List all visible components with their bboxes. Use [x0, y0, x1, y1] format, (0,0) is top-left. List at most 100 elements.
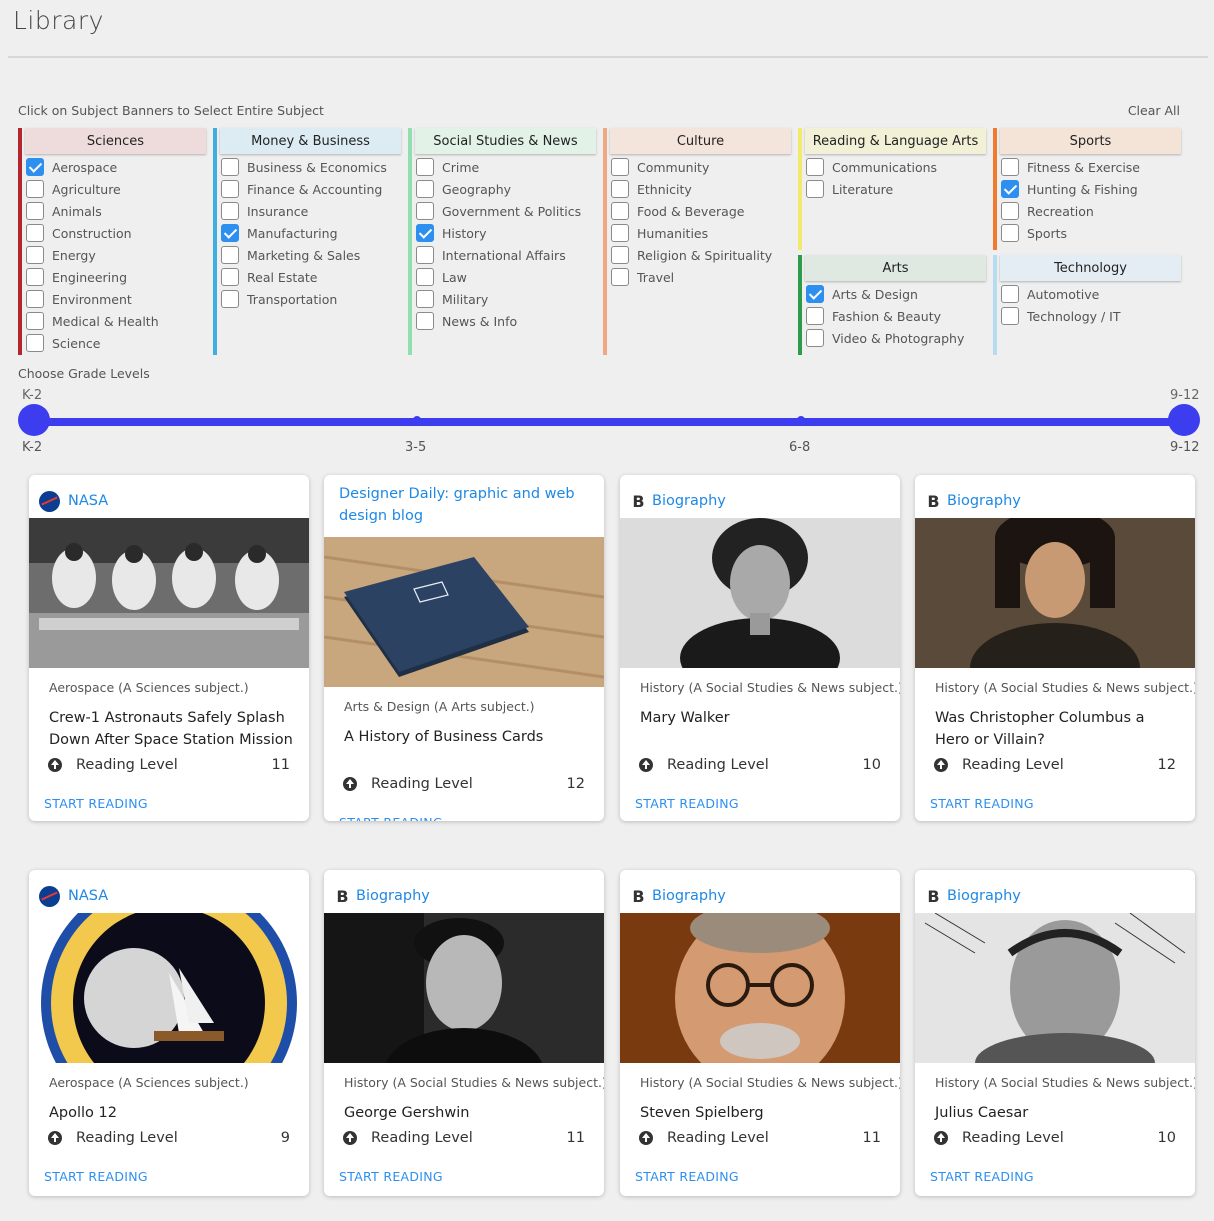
card-source-name[interactable]: Designer Daily: graphic and web design b…	[339, 483, 594, 527]
article-card[interactable]: B Biography History (A Social Studies & Ne…	[915, 870, 1195, 1196]
checkbox-unchecked-icon[interactable]	[26, 224, 44, 242]
checkbox-unchecked-icon[interactable]	[611, 180, 629, 198]
checkbox-unchecked-icon[interactable]	[26, 246, 44, 264]
checkbox-unchecked-icon[interactable]	[1001, 285, 1019, 303]
business-cards-photo[interactable]	[324, 537, 604, 687]
checkbox-unchecked-icon[interactable]	[611, 246, 629, 264]
article-card[interactable]: B Biography History (A Social Studies & Ne…	[620, 475, 900, 821]
checkbox-checked-icon[interactable]	[221, 224, 239, 242]
checkbox-unchecked-icon[interactable]	[806, 158, 824, 176]
checkbox-checked-icon[interactable]	[416, 224, 434, 242]
subject-checkbox-item[interactable]: Fitness & Exercise	[1001, 156, 1140, 178]
card-source[interactable]: B Biography	[324, 870, 604, 913]
subject-checkbox-item[interactable]: Video & Photography	[806, 327, 964, 349]
card-source-name[interactable]: NASA	[68, 888, 108, 904]
subject-banner[interactable]: Technology	[1000, 255, 1181, 281]
subject-banner[interactable]: Reading & Language Arts	[805, 128, 986, 154]
checkbox-checked-icon[interactable]	[1001, 180, 1019, 198]
subject-checkbox-item[interactable]: Engineering	[26, 266, 159, 288]
checkbox-unchecked-icon[interactable]	[221, 158, 239, 176]
columbus-portrait[interactable]	[915, 518, 1195, 668]
subject-checkbox-item[interactable]: Law	[416, 266, 581, 288]
subject-checkbox-item[interactable]: Animals	[26, 200, 159, 222]
subject-checkbox-item[interactable]: News & Info	[416, 310, 581, 332]
checkbox-unchecked-icon[interactable]	[416, 268, 434, 286]
subject-checkbox-item[interactable]: International Affairs	[416, 244, 581, 266]
grade-slider-min-handle[interactable]	[18, 404, 50, 436]
subject-checkbox-item[interactable]: Manufacturing	[221, 222, 387, 244]
checkbox-unchecked-icon[interactable]	[26, 268, 44, 286]
subject-checkbox-item[interactable]: Real Estate	[221, 266, 387, 288]
subject-checkbox-item[interactable]: Communications	[806, 156, 937, 178]
card-title[interactable]: George Gershwin	[344, 1102, 589, 1124]
subject-checkbox-item[interactable]: Military	[416, 288, 581, 310]
start-reading-button[interactable]: START READING	[635, 796, 885, 811]
card-source-name[interactable]: Biography	[652, 888, 726, 904]
subject-checkbox-item[interactable]: Sports	[1001, 222, 1140, 244]
checkbox-unchecked-icon[interactable]	[416, 158, 434, 176]
start-reading-button[interactable]: START READING	[339, 1169, 589, 1184]
subject-checkbox-item[interactable]: Medical & Health	[26, 310, 159, 332]
checkbox-unchecked-icon[interactable]	[26, 180, 44, 198]
card-source-name[interactable]: Biography	[947, 888, 1021, 904]
card-source[interactable]: NASA	[29, 870, 309, 913]
start-reading-button[interactable]: START READING	[44, 796, 294, 811]
checkbox-unchecked-icon[interactable]	[221, 290, 239, 308]
subject-checkbox-item[interactable]: Government & Politics	[416, 200, 581, 222]
checkbox-unchecked-icon[interactable]	[416, 246, 434, 264]
checkbox-unchecked-icon[interactable]	[611, 224, 629, 242]
astronauts-photo[interactable]	[29, 518, 309, 668]
subject-checkbox-item[interactable]: Literature	[806, 178, 937, 200]
subject-checkbox-item[interactable]: Finance & Accounting	[221, 178, 387, 200]
subject-checkbox-item[interactable]: History	[416, 222, 581, 244]
checkbox-unchecked-icon[interactable]	[806, 329, 824, 347]
card-title[interactable]: Mary Walker	[640, 707, 885, 751]
card-title[interactable]: Apollo 12	[49, 1102, 294, 1124]
subject-checkbox-item[interactable]: Ethnicity	[611, 178, 772, 200]
checkbox-unchecked-icon[interactable]	[806, 307, 824, 325]
subject-checkbox-item[interactable]: Insurance	[221, 200, 387, 222]
checkbox-unchecked-icon[interactable]	[416, 202, 434, 220]
subject-checkbox-item[interactable]: Transportation	[221, 288, 387, 310]
mary-walker-portrait[interactable]	[620, 518, 900, 668]
checkbox-unchecked-icon[interactable]	[416, 180, 434, 198]
subject-checkbox-item[interactable]: Community	[611, 156, 772, 178]
checkbox-unchecked-icon[interactable]	[26, 202, 44, 220]
subject-checkbox-item[interactable]: Automotive	[1001, 283, 1121, 305]
checkbox-unchecked-icon[interactable]	[221, 246, 239, 264]
subject-checkbox-item[interactable]: Aerospace	[26, 156, 159, 178]
card-source-name[interactable]: Biography	[652, 493, 726, 509]
article-card[interactable]: B Biography History (A Social Studies & Ne…	[915, 475, 1195, 821]
start-reading-button[interactable]: START READING	[930, 796, 1180, 811]
subject-checkbox-item[interactable]: Agriculture	[26, 178, 159, 200]
subject-banner[interactable]: Arts	[805, 255, 986, 281]
checkbox-unchecked-icon[interactable]	[221, 268, 239, 286]
card-source-name[interactable]: Biography	[947, 493, 1021, 509]
subject-checkbox-item[interactable]: Travel	[611, 266, 772, 288]
subject-checkbox-item[interactable]: Business & Economics	[221, 156, 387, 178]
subject-checkbox-item[interactable]: Hunting & Fishing	[1001, 178, 1140, 200]
subject-checkbox-item[interactable]: Recreation	[1001, 200, 1140, 222]
subject-checkbox-item[interactable]: Marketing & Sales	[221, 244, 387, 266]
subject-checkbox-item[interactable]: Fashion & Beauty	[806, 305, 964, 327]
subject-banner[interactable]: Social Studies & News	[415, 128, 596, 154]
checkbox-unchecked-icon[interactable]	[416, 290, 434, 308]
checkbox-unchecked-icon[interactable]	[611, 158, 629, 176]
checkbox-unchecked-icon[interactable]	[611, 268, 629, 286]
card-source-name[interactable]: NASA	[68, 493, 108, 509]
checkbox-unchecked-icon[interactable]	[26, 334, 44, 352]
subject-checkbox-item[interactable]: Energy	[26, 244, 159, 266]
checkbox-unchecked-icon[interactable]	[221, 180, 239, 198]
card-title[interactable]: Steven Spielberg	[640, 1102, 885, 1124]
subject-checkbox-item[interactable]: Technology / IT	[1001, 305, 1121, 327]
subject-checkbox-item[interactable]: Food & Beverage	[611, 200, 772, 222]
article-card[interactable]: NASA Aerospace (A Sciences subject.) Apoll…	[29, 870, 309, 1196]
card-source[interactable]: Designer Daily: graphic and web design b…	[324, 475, 604, 537]
subject-checkbox-item[interactable]: Environment	[26, 288, 159, 310]
start-reading-button[interactable]: START READING	[339, 815, 589, 821]
clear-all-button[interactable]: Clear All	[1128, 103, 1180, 118]
grade-slider-max-handle[interactable]	[1168, 404, 1200, 436]
checkbox-unchecked-icon[interactable]	[1001, 158, 1019, 176]
subject-checkbox-item[interactable]: Arts & Design	[806, 283, 964, 305]
subject-banner[interactable]: Sciences	[25, 128, 206, 154]
